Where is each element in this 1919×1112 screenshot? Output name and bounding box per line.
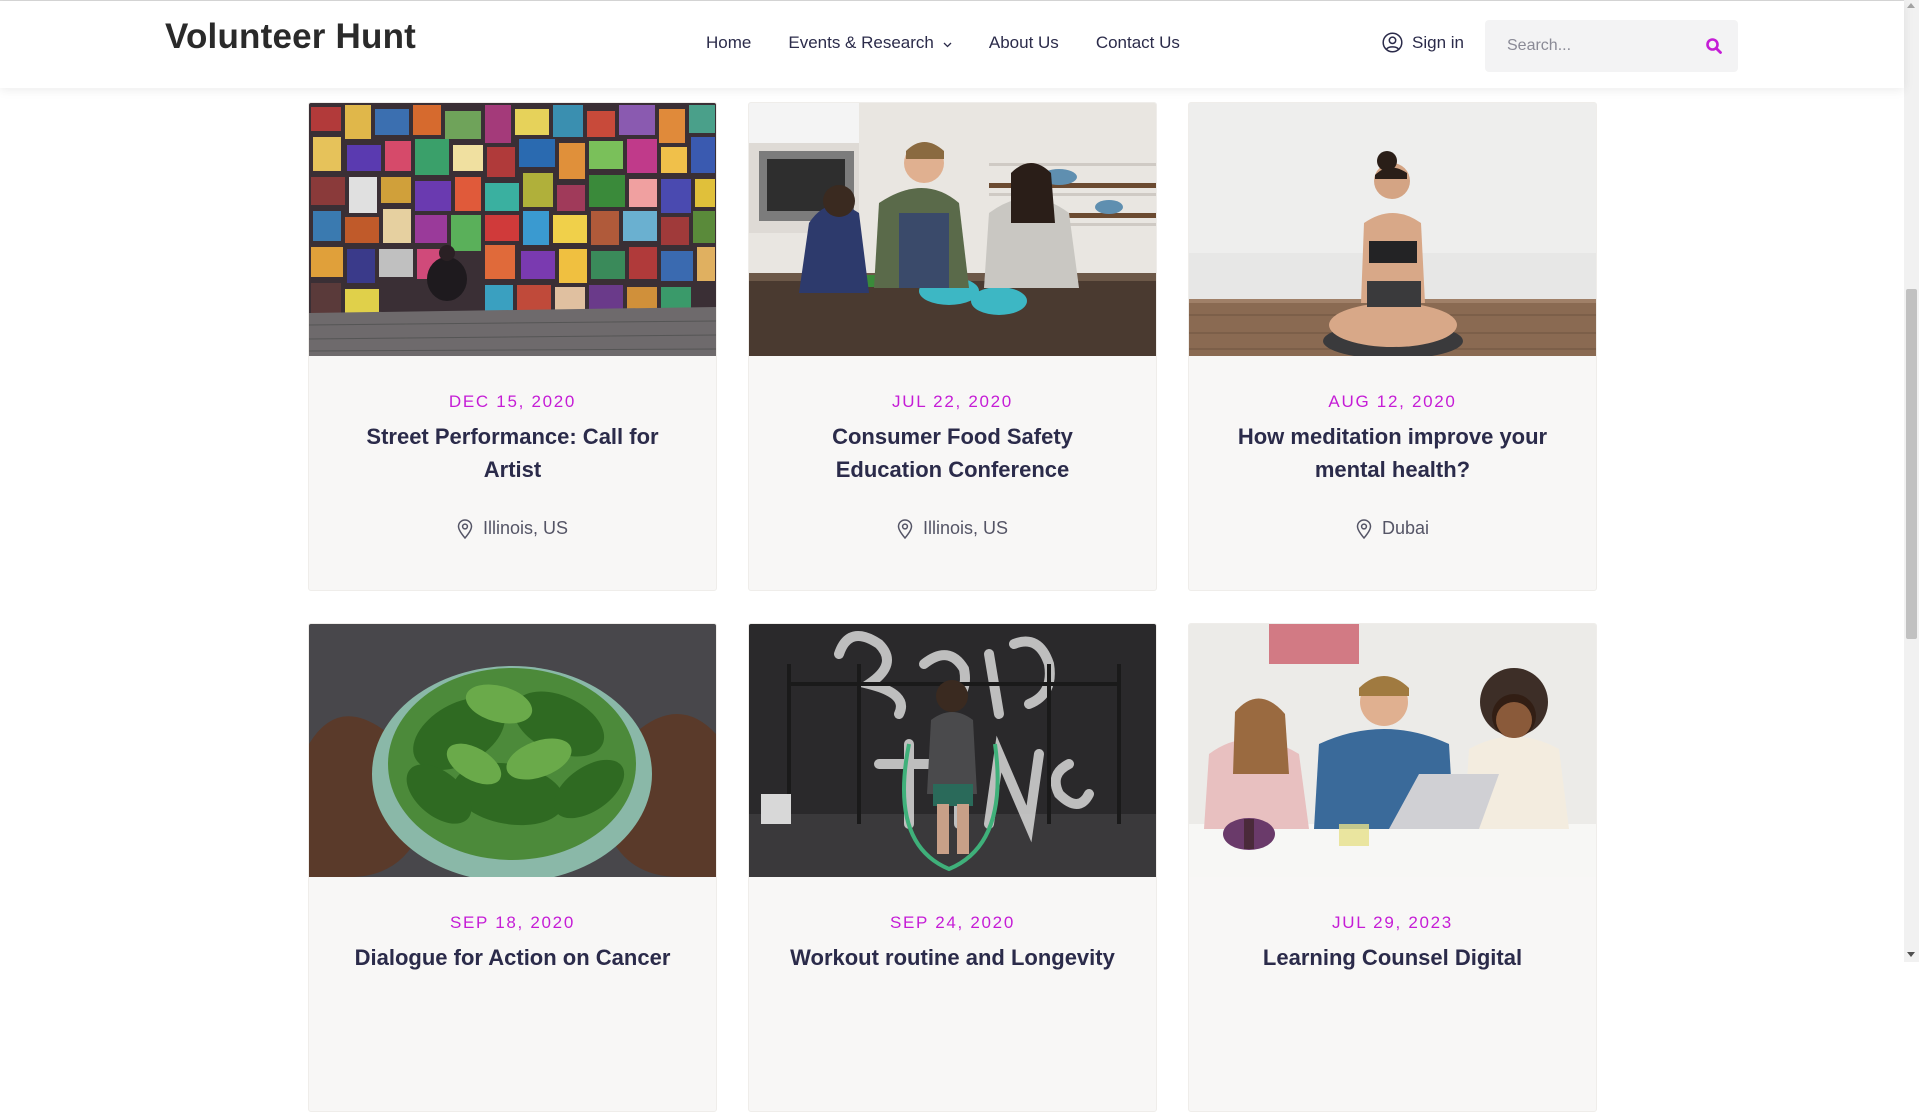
scroll-down-arrow-icon[interactable] — [1907, 952, 1915, 957]
nav-item-about-us[interactable]: About Us — [989, 33, 1059, 53]
event-location-label: Illinois, US — [482, 518, 569, 538]
event-location: Dubai — [1189, 518, 1596, 539]
nav-item-label: Home — [706, 33, 752, 52]
event-location-label: Dubai — [1381, 518, 1430, 538]
map-pin-icon — [1356, 518, 1372, 539]
sign-in-label: Sign in — [1412, 32, 1464, 52]
event-title[interactable]: Learning Counsel Digital — [1219, 941, 1566, 974]
event-date: SEP 18, 2020 — [449, 913, 575, 932]
event-image-woman-meditating[interactable] — [1189, 103, 1596, 356]
nav-item-label: Events & Research — [788, 33, 934, 52]
event-title[interactable]: How meditation improve your mental healt… — [1219, 420, 1566, 486]
nav-item-label: Contact Us — [1095, 33, 1180, 52]
search-box — [1485, 20, 1738, 72]
event-location-label: Illinois, US — [922, 518, 1009, 538]
scroll-up-arrow-icon[interactable] — [1907, 3, 1915, 8]
site-header: Volunteer Hunt Home Events & Research Ab… — [0, 1, 1904, 88]
event-card[interactable]: JUL 22, 2020 Consumer Food Safety Educat… — [748, 102, 1157, 591]
event-date: SEP 24, 2020 — [889, 913, 1015, 932]
event-card[interactable]: JUL 29, 2023 Learning Counsel Digital — [1188, 623, 1597, 1112]
event-card[interactable]: SEP 24, 2020 Workout routine and Longevi… — [748, 623, 1157, 1112]
event-location: Illinois, US — [749, 518, 1156, 539]
event-card[interactable]: DEC 15, 2020 Street Performance: Call fo… — [308, 102, 717, 591]
map-pin-icon — [897, 518, 913, 539]
event-image-team-working-laptop[interactable] — [1189, 624, 1596, 877]
event-date: AUG 12, 2020 — [1328, 392, 1457, 411]
event-title[interactable]: Street Performance: Call for Artist — [339, 420, 686, 486]
event-title[interactable]: Consumer Food Safety Education Conferenc… — [779, 420, 1126, 486]
event-title[interactable]: Workout routine and Longevity — [779, 941, 1126, 974]
event-date: JUL 29, 2023 — [1332, 913, 1453, 932]
event-date: JUL 22, 2020 — [892, 392, 1013, 411]
event-image-woman-jumping-rope[interactable] — [749, 624, 1156, 877]
event-date: DEC 15, 2020 — [448, 392, 577, 411]
nav-item-contact-us[interactable]: Contact Us — [1096, 33, 1180, 53]
nav-item-label: About Us — [988, 33, 1059, 52]
vertical-scrollbar[interactable] — [1904, 0, 1919, 962]
search-icon[interactable] — [1704, 36, 1724, 56]
map-pin-icon — [457, 518, 473, 539]
event-image-people-cooking[interactable] — [749, 103, 1156, 356]
search-input[interactable] — [1485, 20, 1707, 72]
event-location: Illinois, US — [309, 518, 716, 539]
sign-in-link[interactable]: Sign in — [1382, 32, 1464, 53]
nav-item-events-research[interactable]: Events & Research — [788, 33, 952, 53]
chevron-down-icon — [943, 33, 952, 53]
nav-item-home[interactable]: Home — [706, 33, 751, 53]
event-image-artist-paintings[interactable] — [309, 103, 716, 356]
user-circle-icon — [1382, 32, 1403, 53]
event-card[interactable]: AUG 12, 2020 How meditation improve your… — [1188, 102, 1597, 591]
event-card[interactable]: SEP 18, 2020 Dialogue for Action on Canc… — [308, 623, 717, 1112]
scrollbar-thumb[interactable] — [1906, 289, 1917, 639]
main-nav: Home Events & Research About Us Contact … — [706, 33, 1217, 53]
site-logo[interactable]: Volunteer Hunt — [165, 17, 416, 57]
event-image-bowl-of-spinach[interactable] — [309, 624, 716, 877]
event-title[interactable]: Dialogue for Action on Cancer — [339, 941, 686, 974]
